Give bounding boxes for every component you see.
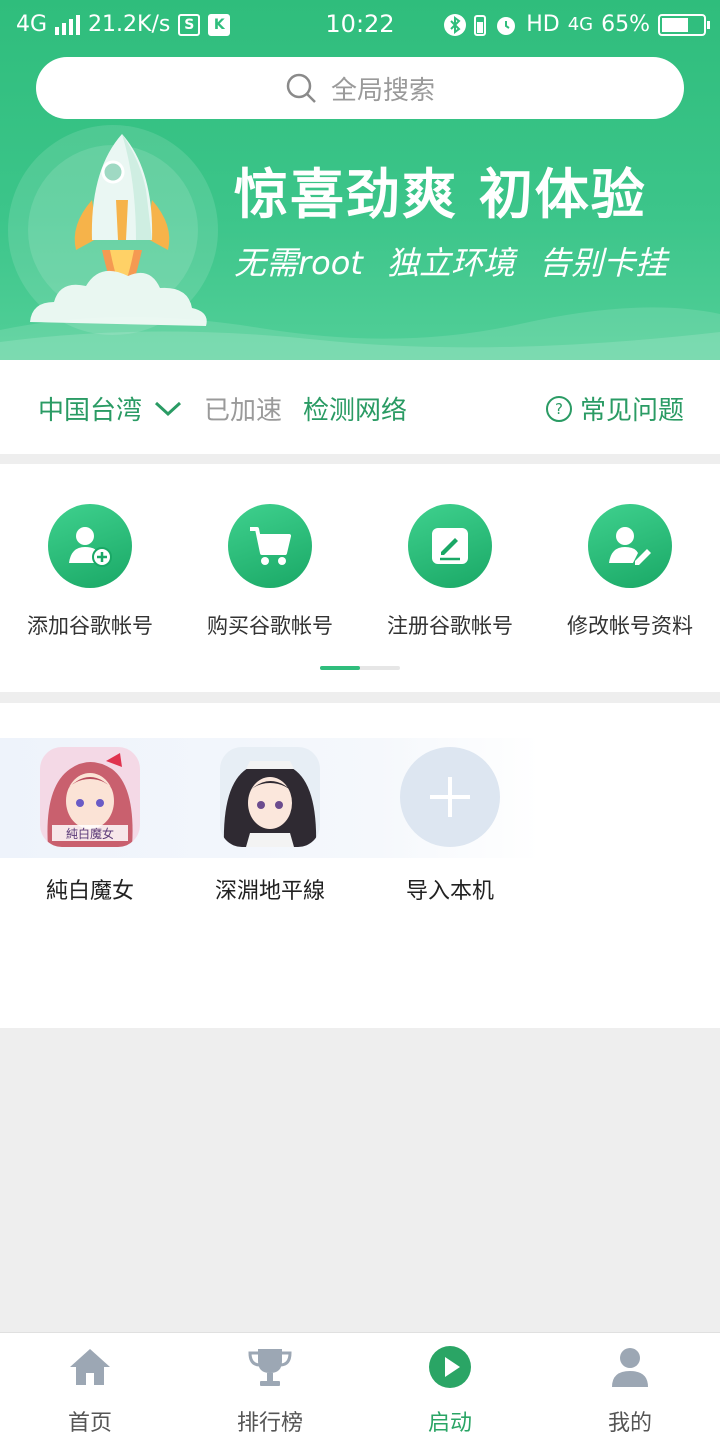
app-label: 导入本机 xyxy=(405,879,494,904)
alarm-icon xyxy=(497,16,516,35)
action-circle xyxy=(228,504,312,588)
action-circle xyxy=(588,504,672,588)
hd-label: HD xyxy=(526,12,560,37)
add-google-account-button[interactable]: 添加谷歌帐号 xyxy=(0,504,180,640)
chevron-down-icon xyxy=(155,401,182,416)
play-icon xyxy=(429,1346,471,1388)
plus-icon xyxy=(430,777,470,817)
action-circle xyxy=(408,504,492,588)
user-icon xyxy=(612,1348,648,1387)
edit-user-icon xyxy=(609,527,651,565)
edit-account-info-button[interactable]: 修改帐号资料 xyxy=(540,504,720,640)
detect-network-link[interactable]: 检测网络 xyxy=(303,390,407,427)
help-icon: ? xyxy=(545,395,572,422)
trophy-icon xyxy=(248,1349,292,1386)
add-user-icon xyxy=(69,527,112,567)
action-label: 注册谷歌帐号 xyxy=(387,614,513,638)
action-label: 购买谷歌帐号 xyxy=(207,614,333,638)
nav-label: 首页 xyxy=(67,1411,112,1436)
nav-label: 启动 xyxy=(427,1411,472,1436)
action-circle xyxy=(48,504,132,588)
app-thumbnail xyxy=(220,747,320,847)
nav-label: 排行榜 xyxy=(236,1411,303,1436)
app-logo-text: 純白魔女 xyxy=(65,827,114,841)
status-bar: 4G 21.2K/s S K 10:22 HD 4G 65% xyxy=(0,0,720,50)
region-label: 中国台湾 xyxy=(38,396,143,426)
action-label: 修改帐号资料 xyxy=(567,614,693,638)
app-item[interactable]: 純白魔女 純白魔女 xyxy=(0,747,180,905)
page-indicator xyxy=(320,666,400,670)
battery-fill xyxy=(662,17,688,32)
banner-slogan: 惊喜劲爽 初体验 xyxy=(234,163,647,226)
app-label: 純白魔女 xyxy=(45,879,134,904)
nav-home[interactable]: 首页 xyxy=(0,1343,180,1437)
app-label: 深淵地平線 xyxy=(214,879,325,904)
bluetooth-icon xyxy=(444,13,467,36)
faq-link[interactable]: ? 常见问题 xyxy=(545,390,684,427)
small-battery-icon xyxy=(474,14,487,36)
net-type-label: 4G xyxy=(567,14,594,35)
register-google-account-button[interactable]: 注册谷歌帐号 xyxy=(360,504,540,640)
accel-status: 已加速 xyxy=(204,396,283,426)
quick-actions: 添加谷歌帐号 购买谷歌帐号 注册谷歌帐号 修改帐号资料 xyxy=(0,464,720,692)
cart-icon xyxy=(250,527,291,565)
search-input[interactable]: 全局搜索 xyxy=(36,57,684,119)
faq-label: 常见问题 xyxy=(579,396,684,426)
search-placeholder: 全局搜索 xyxy=(330,75,435,106)
page-indicator-active xyxy=(320,666,360,670)
nav-label: 我的 xyxy=(607,1411,652,1436)
app-list: 純白魔女 純白魔女 深淵地平線 导入本机 xyxy=(0,703,720,1028)
import-app-button[interactable]: 导入本机 xyxy=(360,747,540,905)
banner-waves xyxy=(0,307,720,360)
abyss-horizon-logo xyxy=(220,747,320,847)
action-label: 添加谷歌帐号 xyxy=(27,614,153,638)
battery-percent: 65% xyxy=(601,12,650,37)
bottom-nav: 首页 排行榜 启动 我的 xyxy=(0,1332,720,1440)
edit-icon xyxy=(432,528,468,564)
nav-ranking[interactable]: 排行榜 xyxy=(180,1343,360,1437)
battery-icon xyxy=(658,13,710,36)
nav-launch[interactable]: 启动 xyxy=(360,1343,540,1437)
home-icon xyxy=(70,1349,110,1385)
region-bar: 中国台湾 已加速 检测网络 ? 常见问题 xyxy=(0,360,720,454)
header-banner: 4G 21.2K/s S K 10:22 HD 4G 65% 全局搜索 惊喜劲爽… xyxy=(0,0,720,360)
banner-subtitle: 无需root 独立环境 告别卡挂 xyxy=(234,244,668,282)
add-app-circle xyxy=(400,747,500,847)
nav-mine[interactable]: 我的 xyxy=(540,1343,720,1437)
app-item[interactable]: 深淵地平線 xyxy=(180,747,360,905)
search-icon xyxy=(286,73,316,103)
buy-google-account-button[interactable]: 购买谷歌帐号 xyxy=(180,504,360,640)
region-selector[interactable]: 中国台湾 xyxy=(38,390,182,427)
